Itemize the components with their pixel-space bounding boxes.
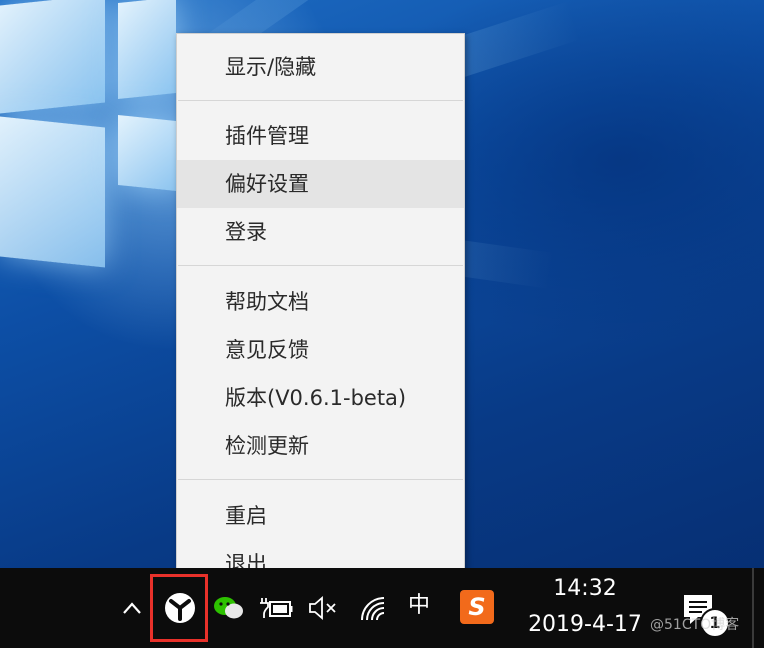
input-method-icon[interactable]: 中 <box>402 588 436 624</box>
menu-item-feedback[interactable]: 意见反馈 <box>177 326 464 374</box>
desktop: 显示/隐藏 插件管理 偏好设置 登录 帮助文档 意见反馈 版本(V0.6.1-b… <box>0 0 764 648</box>
wifi-icon[interactable] <box>356 592 392 626</box>
menu-item-plugin-manager[interactable]: 插件管理 <box>177 112 464 160</box>
taskbar: 中 S 14:32 2019-4-17 1 <box>0 568 764 648</box>
menu-item-restart[interactable]: 重启 <box>177 492 464 540</box>
watermark: @51CTO博客 <box>650 617 740 633</box>
menu-item-help-docs[interactable]: 帮助文档 <box>177 278 464 326</box>
tray-context-menu: 显示/隐藏 插件管理 偏好设置 登录 帮助文档 意见反馈 版本(V0.6.1-b… <box>176 33 465 593</box>
menu-separator <box>178 100 463 101</box>
highlight-box <box>150 574 208 642</box>
volume-muted-icon[interactable] <box>306 592 342 624</box>
chevron-up-icon[interactable] <box>116 592 148 624</box>
sogou-label: S <box>460 590 494 624</box>
menu-item-preferences[interactable]: 偏好设置 <box>177 160 464 208</box>
clock-date[interactable]: 2019-4-17 <box>518 612 652 637</box>
sogou-icon[interactable]: S <box>460 590 494 624</box>
menu-item-show-hide[interactable]: 显示/隐藏 <box>177 43 464 91</box>
menu-item-login[interactable]: 登录 <box>177 208 464 256</box>
menu-item-check-update[interactable]: 检测更新 <box>177 422 464 470</box>
menu-item-version[interactable]: 版本(V0.6.1-beta) <box>177 374 464 422</box>
menu-separator <box>178 479 463 480</box>
battery-charging-icon[interactable] <box>258 592 294 624</box>
wechat-icon[interactable] <box>212 592 246 624</box>
menu-separator <box>178 265 463 266</box>
clock-time[interactable]: 14:32 <box>530 576 640 601</box>
show-desktop-button[interactable] <box>752 568 754 648</box>
